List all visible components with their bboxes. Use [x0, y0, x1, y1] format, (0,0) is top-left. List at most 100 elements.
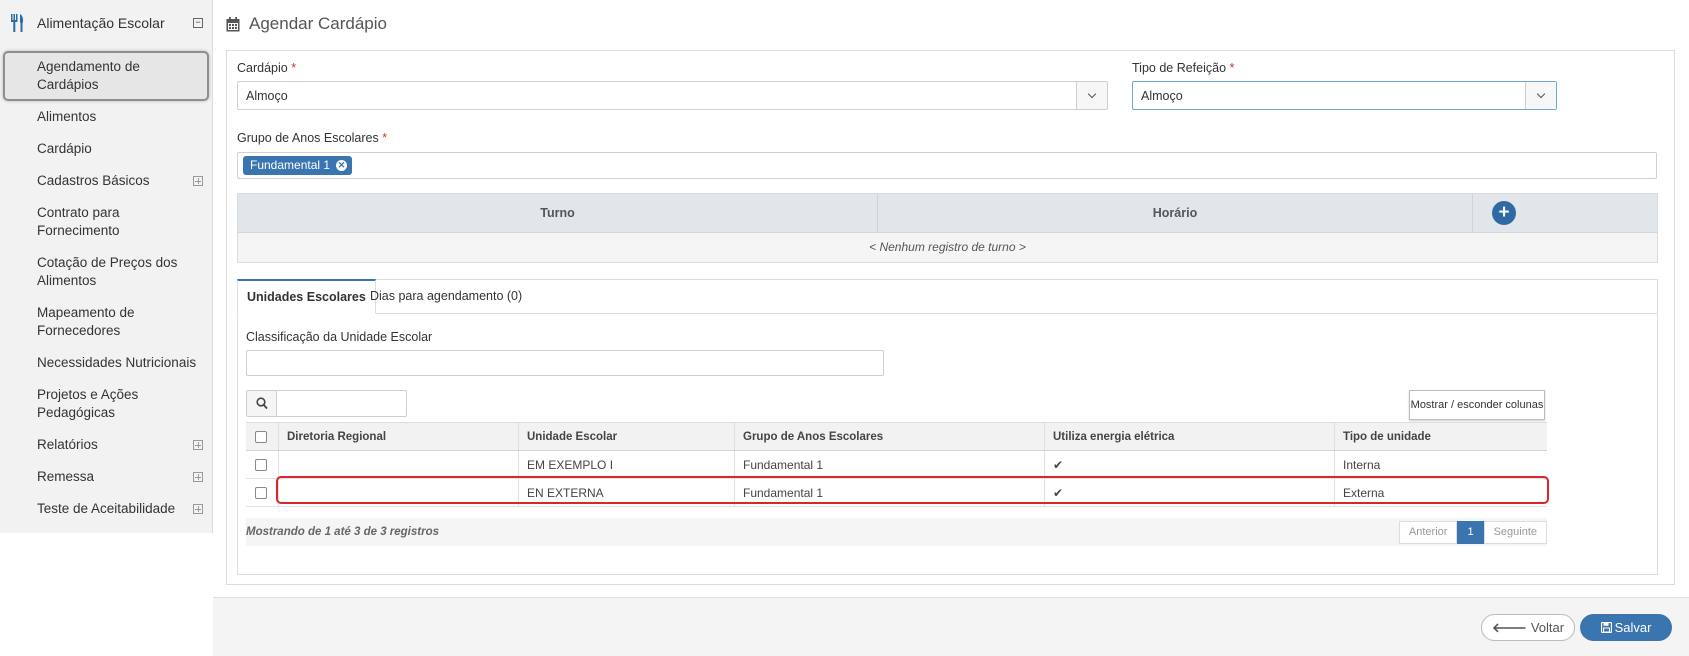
back-button-label: Voltar [1530, 620, 1565, 635]
sidebar-item-teste[interactable]: Teste de Aceitabilidade [37, 500, 175, 518]
sidebar-item-label: Cardápios [37, 77, 99, 92]
pagination-previous[interactable]: Anterior [1398, 521, 1458, 544]
pagination-next[interactable]: Seguinte [1483, 521, 1547, 544]
sidebar-item-remessa[interactable]: Remessa [37, 468, 94, 486]
tab-dias-agendamento[interactable]: Dias para agendamento (0) [361, 280, 531, 314]
expand-icon[interactable] [193, 472, 203, 482]
column-header-horario: Horário [1152, 206, 1198, 220]
search-addon [246, 390, 277, 417]
floppy-disk-icon [1600, 621, 1612, 634]
cell-tipo: Interna [1334, 451, 1547, 478]
cell-grupo: Fundamental 1 [734, 451, 1044, 478]
turno-empty-message: < Nenhum registro de turno > [238, 233, 1657, 262]
turno-table: Turno Horário + < Nenhum registro de tur… [237, 193, 1658, 263]
add-turno-button[interactable]: + [1492, 201, 1516, 225]
cardapio-label-text: Cardápio [237, 61, 288, 75]
sidebar-item-relatorios[interactable]: Relatórios [37, 436, 98, 454]
sidebar-item-agendamento[interactable]: Agendamento de Cardápios [37, 58, 140, 94]
tipo-refeicao-select[interactable]: Almoço [1132, 81, 1557, 110]
sidebar: Alimentação Escolar − Agendamento de Car… [0, 0, 213, 533]
search-icon [256, 397, 268, 410]
select-all-checkbox[interactable] [255, 431, 267, 443]
check-icon: ✔ [1044, 451, 1334, 478]
main-content: Agendar Cardápio Cardápio * Almoço Tipo … [213, 0, 1689, 656]
row-checkbox[interactable] [255, 487, 267, 499]
sidebar-header[interactable]: Alimentação Escolar − [0, 0, 213, 46]
page-title: Agendar Cardápio [249, 14, 387, 33]
sidebar-item-label: Mapeamento de [37, 305, 135, 320]
sidebar-item-cadastros[interactable]: Cadastros Básicos [37, 172, 150, 190]
sidebar-item-necessidades[interactable]: Necessidades Nutricionais [37, 354, 196, 372]
column-header-unidade[interactable]: Unidade Escolar [518, 423, 734, 450]
sidebar-item-label: Cotação de Preços dos [37, 255, 178, 270]
toggle-columns-button[interactable]: Mostrar / esconder colunas [1409, 390, 1545, 420]
required-mark: * [1229, 61, 1235, 75]
sidebar-item-label: Projetos e Ações [37, 387, 139, 402]
row-highlight-outline [276, 476, 1549, 504]
column-header-diretoria[interactable]: Diretoria Regional [278, 423, 518, 450]
tipo-refeicao-label: Tipo de Refeição * [1132, 61, 1234, 75]
records-info: Mostrando de 1 até 3 de 3 registros [246, 526, 440, 538]
chevron-down-icon[interactable] [1525, 82, 1556, 109]
column-header-turno: Turno [540, 206, 575, 220]
sidebar-item-label: Alimentos [37, 273, 97, 288]
column-divider [1472, 194, 1473, 233]
grupo-anos-label: Grupo de Anos Escolares * [237, 131, 387, 145]
cardapio-select-value: Almoço [246, 89, 288, 103]
pagination: Anterior 1 Seguinte [1398, 521, 1547, 544]
tabs-container: Unidades Escolares Dias para agendamento… [237, 279, 1658, 575]
search-input[interactable] [276, 390, 407, 417]
required-mark: * [291, 61, 297, 75]
pagination-page-1[interactable]: 1 [1457, 521, 1484, 544]
table-row[interactable]: EM EXEMPLO I Fundamental 1 ✔ Interna [246, 451, 1547, 479]
page-header: Agendar Cardápio [226, 10, 387, 38]
classificacao-input[interactable] [246, 350, 884, 376]
table-header-row: Diretoria Regional Unidade Escolar Grupo… [246, 422, 1547, 451]
save-button[interactable]: Salvar [1580, 614, 1672, 641]
expand-icon[interactable] [193, 176, 203, 186]
remove-tag-icon[interactable]: ✕ [336, 160, 348, 171]
classificacao-label: Classificação da Unidade Escolar [246, 330, 433, 344]
tab-unidades-escolares[interactable]: Unidades Escolares [237, 279, 376, 314]
chevron-down-icon[interactable] [1076, 82, 1107, 109]
sidebar-item-mapeamento[interactable]: Mapeamento de Fornecedores [37, 304, 135, 340]
sidebar-item-contrato[interactable]: Contrato para Fornecimento [37, 204, 120, 240]
cell-unidade: EM EXEMPLO I [518, 451, 734, 478]
column-header-energia[interactable]: Utiliza energia elétrica [1044, 423, 1334, 450]
sidebar-title: Alimentação Escolar [37, 15, 165, 31]
sidebar-item-projetos[interactable]: Projetos e Ações Pedagógicas [37, 386, 138, 422]
sidebar-item-alimentos[interactable]: Alimentos [37, 108, 96, 126]
expand-icon[interactable] [193, 504, 203, 514]
sidebar-item-label: Fornecedores [37, 323, 121, 338]
save-button-label: Salvar [1614, 620, 1652, 635]
selected-tag: Fundamental 1 ✕ [243, 156, 353, 175]
sidebar-item-label: Agendamento de [37, 59, 140, 74]
row-checkbox[interactable] [255, 459, 267, 471]
sidebar-item-label: Fornecimento [37, 223, 120, 238]
sidebar-item-label: Pedagógicas [37, 405, 116, 420]
cardapio-select[interactable]: Almoço [237, 81, 1108, 110]
back-button[interactable]: 🡐 Voltar [1481, 614, 1575, 641]
cutlery-icon [11, 14, 24, 32]
row-select-cell [246, 479, 278, 506]
required-mark: * [382, 131, 388, 145]
cell-diretoria [278, 451, 518, 478]
turno-table-header: Turno Horário + [238, 194, 1657, 233]
sidebar-item-cotacao[interactable]: Cotação de Preços dos Alimentos [37, 254, 177, 290]
grupo-anos-label-text: Grupo de Anos Escolares [237, 131, 379, 145]
select-all-cell [246, 423, 278, 450]
grupo-anos-multiselect[interactable]: Fundamental 1 ✕ [237, 152, 1657, 179]
sidebar-item-cardapio[interactable]: Cardápio [37, 140, 92, 158]
calendar-icon [226, 16, 240, 31]
column-header-grupo[interactable]: Grupo de Anos Escolares [734, 423, 1044, 450]
action-bar: 🡐 Voltar Salvar [213, 597, 1689, 656]
form-panel: Cardápio * Almoço Tipo de Refeição * Alm… [226, 50, 1675, 585]
column-header-tipo[interactable]: Tipo de unidade [1334, 423, 1547, 450]
collapse-icon[interactable]: − [193, 18, 203, 28]
tipo-refeicao-select-value: Almoço [1141, 89, 1183, 103]
selected-tag-label: Fundamental 1 [250, 158, 331, 172]
cardapio-label: Cardápio * [237, 61, 296, 75]
expand-icon[interactable] [193, 440, 203, 450]
tipo-refeicao-label-text: Tipo de Refeição [1132, 61, 1227, 75]
arrow-left-icon: 🡐 [1491, 620, 1527, 635]
